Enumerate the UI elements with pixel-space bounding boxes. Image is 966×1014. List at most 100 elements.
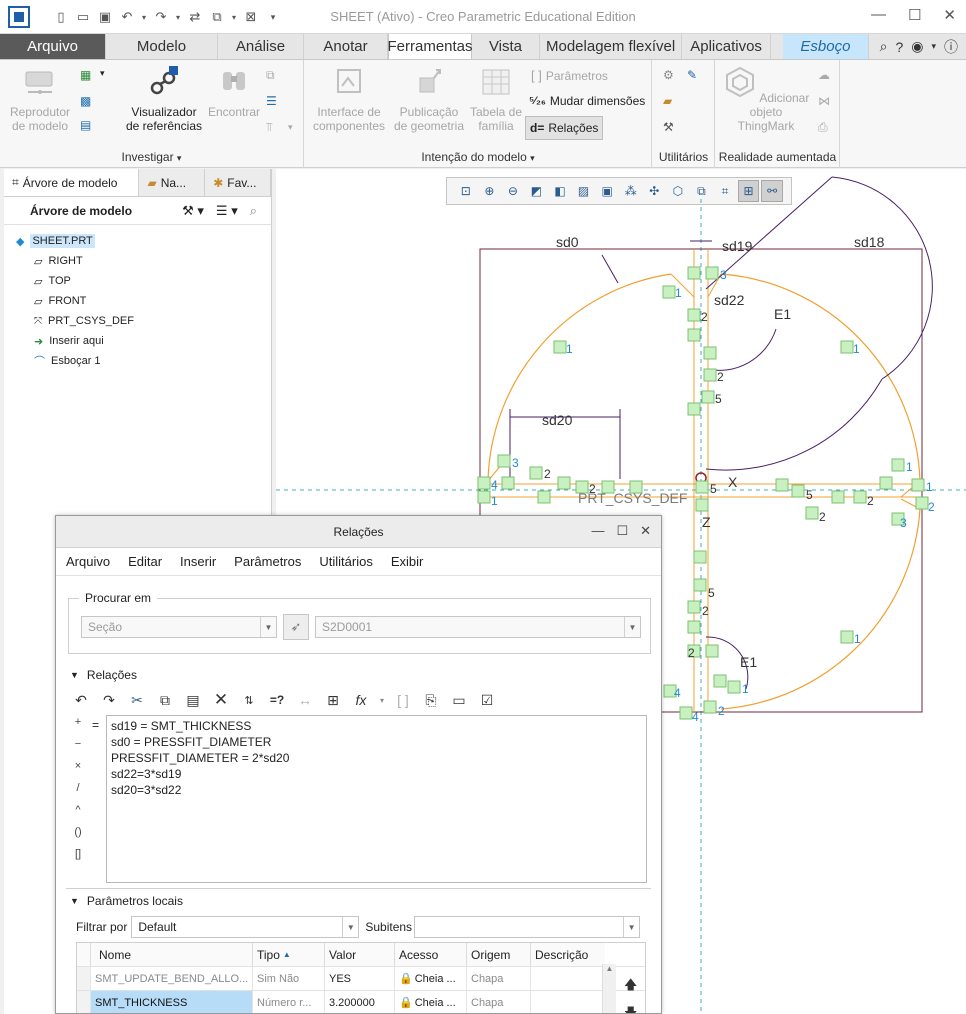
search-icon[interactable]: ⌕: [880, 38, 888, 55]
info-list-icon[interactable]: ▤: [80, 118, 96, 134]
info-dropdown-icon[interactable]: ▾: [100, 68, 105, 79]
folder-tools-icon[interactable]: ▰: [663, 94, 679, 110]
menu-inserir[interactable]: Inserir: [180, 554, 216, 569]
dialog-close-icon[interactable]: ✕: [640, 523, 651, 539]
constraint-marker[interactable]: [501, 476, 515, 490]
community-icon[interactable]: ◉: [911, 38, 923, 55]
sort-info-icon[interactable]: ⇅: [238, 689, 260, 711]
tree-item-prt-csys-def[interactable]: ⤧ PRT_CSYS_DEF: [4, 311, 271, 331]
minimize-icon[interactable]: —: [871, 6, 886, 24]
operator-multiply[interactable]: ×: [70, 760, 86, 782]
interface-de-componentes-button[interactable]: Interface de componentes: [309, 66, 389, 133]
help-circle-icon[interactable]: ⓘ: [944, 37, 958, 57]
tab-modelagem-flexivel[interactable]: Modelagem flexível: [540, 34, 683, 59]
info-green-icon[interactable]: ▦: [80, 68, 96, 84]
filter-select[interactable]: Default ▼: [131, 916, 360, 938]
dim-label-sd0[interactable]: sd0: [556, 234, 579, 250]
menu-parametros[interactable]: Parâmetros: [234, 554, 301, 569]
constraint-marker[interactable]: [477, 476, 491, 490]
delete-icon[interactable]: ✕: [210, 689, 232, 711]
constraint-marker[interactable]: [891, 458, 905, 472]
col-header-descricao[interactable]: Descrição: [531, 943, 605, 966]
align-icon[interactable]: ⫪: [266, 120, 282, 136]
constraint-marker[interactable]: [601, 480, 615, 494]
dimension-icon[interactable]: ↔: [294, 689, 316, 711]
dialog-title-bar[interactable]: Relações — ☐ ✕: [56, 516, 661, 548]
constraint-marker[interactable]: [713, 674, 727, 688]
constraint-marker[interactable]: [575, 480, 589, 494]
operator-brackets[interactable]: []: [70, 848, 86, 870]
move-down-icon[interactable]: 🡇: [624, 1004, 637, 1013]
redo-icon[interactable]: ↷: [98, 689, 120, 711]
tab-aplicativos[interactable]: Aplicativos: [682, 34, 771, 59]
col-header-origem[interactable]: Origem: [467, 943, 531, 966]
constraint-marker[interactable]: [529, 466, 543, 480]
subitems-select[interactable]: ▼: [414, 916, 641, 938]
constraint-marker[interactable]: [879, 476, 893, 490]
constraint-marker[interactable]: [915, 496, 929, 510]
cut-icon[interactable]: ✂: [126, 689, 148, 711]
col-header-valor[interactable]: Valor: [325, 943, 395, 966]
menu-arquivo[interactable]: Arquivo: [66, 554, 110, 569]
constraint-marker[interactable]: [791, 484, 805, 498]
print-icon[interactable]: ⎙: [818, 120, 834, 136]
col-header-nome[interactable]: Nome: [91, 943, 253, 966]
constraint-marker[interactable]: [477, 490, 491, 504]
cloud-icon[interactable]: ☁: [818, 68, 834, 84]
table-scrollbar[interactable]: ▲: [602, 964, 616, 1013]
col-header-tipo[interactable]: Tipo ▲: [253, 943, 325, 966]
tools-icon[interactable]: ⚒: [663, 120, 679, 136]
relations-section-header[interactable]: ▼ Relações: [70, 668, 137, 682]
constraint-marker[interactable]: [703, 700, 717, 714]
constraint-marker[interactable]: [553, 340, 567, 354]
dim-label-e1-top[interactable]: E1: [774, 306, 791, 322]
constraint-marker[interactable]: [687, 620, 701, 634]
undo-icon[interactable]: ↶: [70, 689, 92, 711]
tree-item-inserir-aqui[interactable]: ➜ Inserir aqui: [4, 331, 271, 351]
copy-icon[interactable]: ⧉: [266, 68, 282, 84]
tab-ferramentas[interactable]: Ferramentas: [387, 34, 473, 59]
constraint-marker[interactable]: [687, 266, 701, 280]
edit-check-icon[interactable]: ✎: [687, 68, 703, 84]
gears-icon[interactable]: ⚙: [663, 68, 679, 84]
table-row-selected[interactable]: SMT_THICKNESS Número r... 3.200000 🔒 Chei…: [77, 991, 645, 1013]
constraint-marker[interactable]: [701, 390, 715, 404]
table-row[interactable]: SMT_UPDATE_BEND_ALLO... Sim Não YES 🔒 Che…: [77, 967, 645, 991]
cell-valor[interactable]: 3.200000: [325, 991, 395, 1013]
function-icon[interactable]: fx: [350, 689, 372, 711]
constraint-marker[interactable]: [629, 480, 643, 494]
constraint-marker[interactable]: [693, 578, 707, 592]
help-icon[interactable]: ?: [895, 39, 903, 55]
scroll-up-icon[interactable]: ▲: [603, 964, 616, 973]
constraint-marker[interactable]: [703, 346, 717, 360]
tab-arvore-de-modelo[interactable]: ⌗ Árvore de modelo: [4, 169, 140, 196]
operator-divide[interactable]: /: [70, 782, 86, 804]
units-icon[interactable]: ▭: [448, 689, 470, 711]
constraint-marker[interactable]: [727, 680, 741, 694]
menu-utilitarios[interactable]: Utilitários: [319, 554, 372, 569]
copy-icon[interactable]: ⧉: [154, 689, 176, 711]
tree-filter-icon[interactable]: ⌕: [250, 203, 257, 219]
constraint-marker[interactable]: [662, 285, 676, 299]
parametros-button[interactable]: [ ] Parâmetros: [531, 68, 608, 83]
constraint-marker[interactable]: [831, 490, 845, 504]
constraint-marker[interactable]: [695, 480, 709, 494]
constraint-marker[interactable]: [687, 402, 701, 416]
function-dropdown-icon[interactable]: ▾: [378, 689, 386, 711]
constraint-marker[interactable]: [840, 630, 854, 644]
close-icon[interactable]: ✕: [943, 6, 956, 24]
menu-exibir[interactable]: Exibir: [391, 554, 424, 569]
operator-plus[interactable]: +: [70, 716, 86, 738]
tree-item-sheet-prt[interactable]: ◆ SHEET.PRT: [4, 231, 271, 251]
tree-item-front[interactable]: ▱ FRONT: [4, 291, 271, 311]
tab-esboco[interactable]: Esboço: [782, 34, 869, 59]
adicionar-objeto-thingmark-button[interactable]: Adicionar objeto ThingMark: [718, 66, 814, 133]
tab-analise[interactable]: Análise: [218, 34, 304, 59]
mudar-dimensoes-button[interactable]: ⁵⁄₂₆ Mudar dimensões: [529, 94, 645, 108]
visualizador-de-referencias-button[interactable]: Visualizador de referências: [118, 66, 210, 133]
constraint-marker[interactable]: [695, 498, 709, 512]
constraint-marker[interactable]: [805, 506, 819, 520]
constraint-marker[interactable]: [687, 328, 701, 342]
constraint-marker[interactable]: [703, 368, 717, 382]
list-icon[interactable]: ☰: [266, 94, 282, 110]
